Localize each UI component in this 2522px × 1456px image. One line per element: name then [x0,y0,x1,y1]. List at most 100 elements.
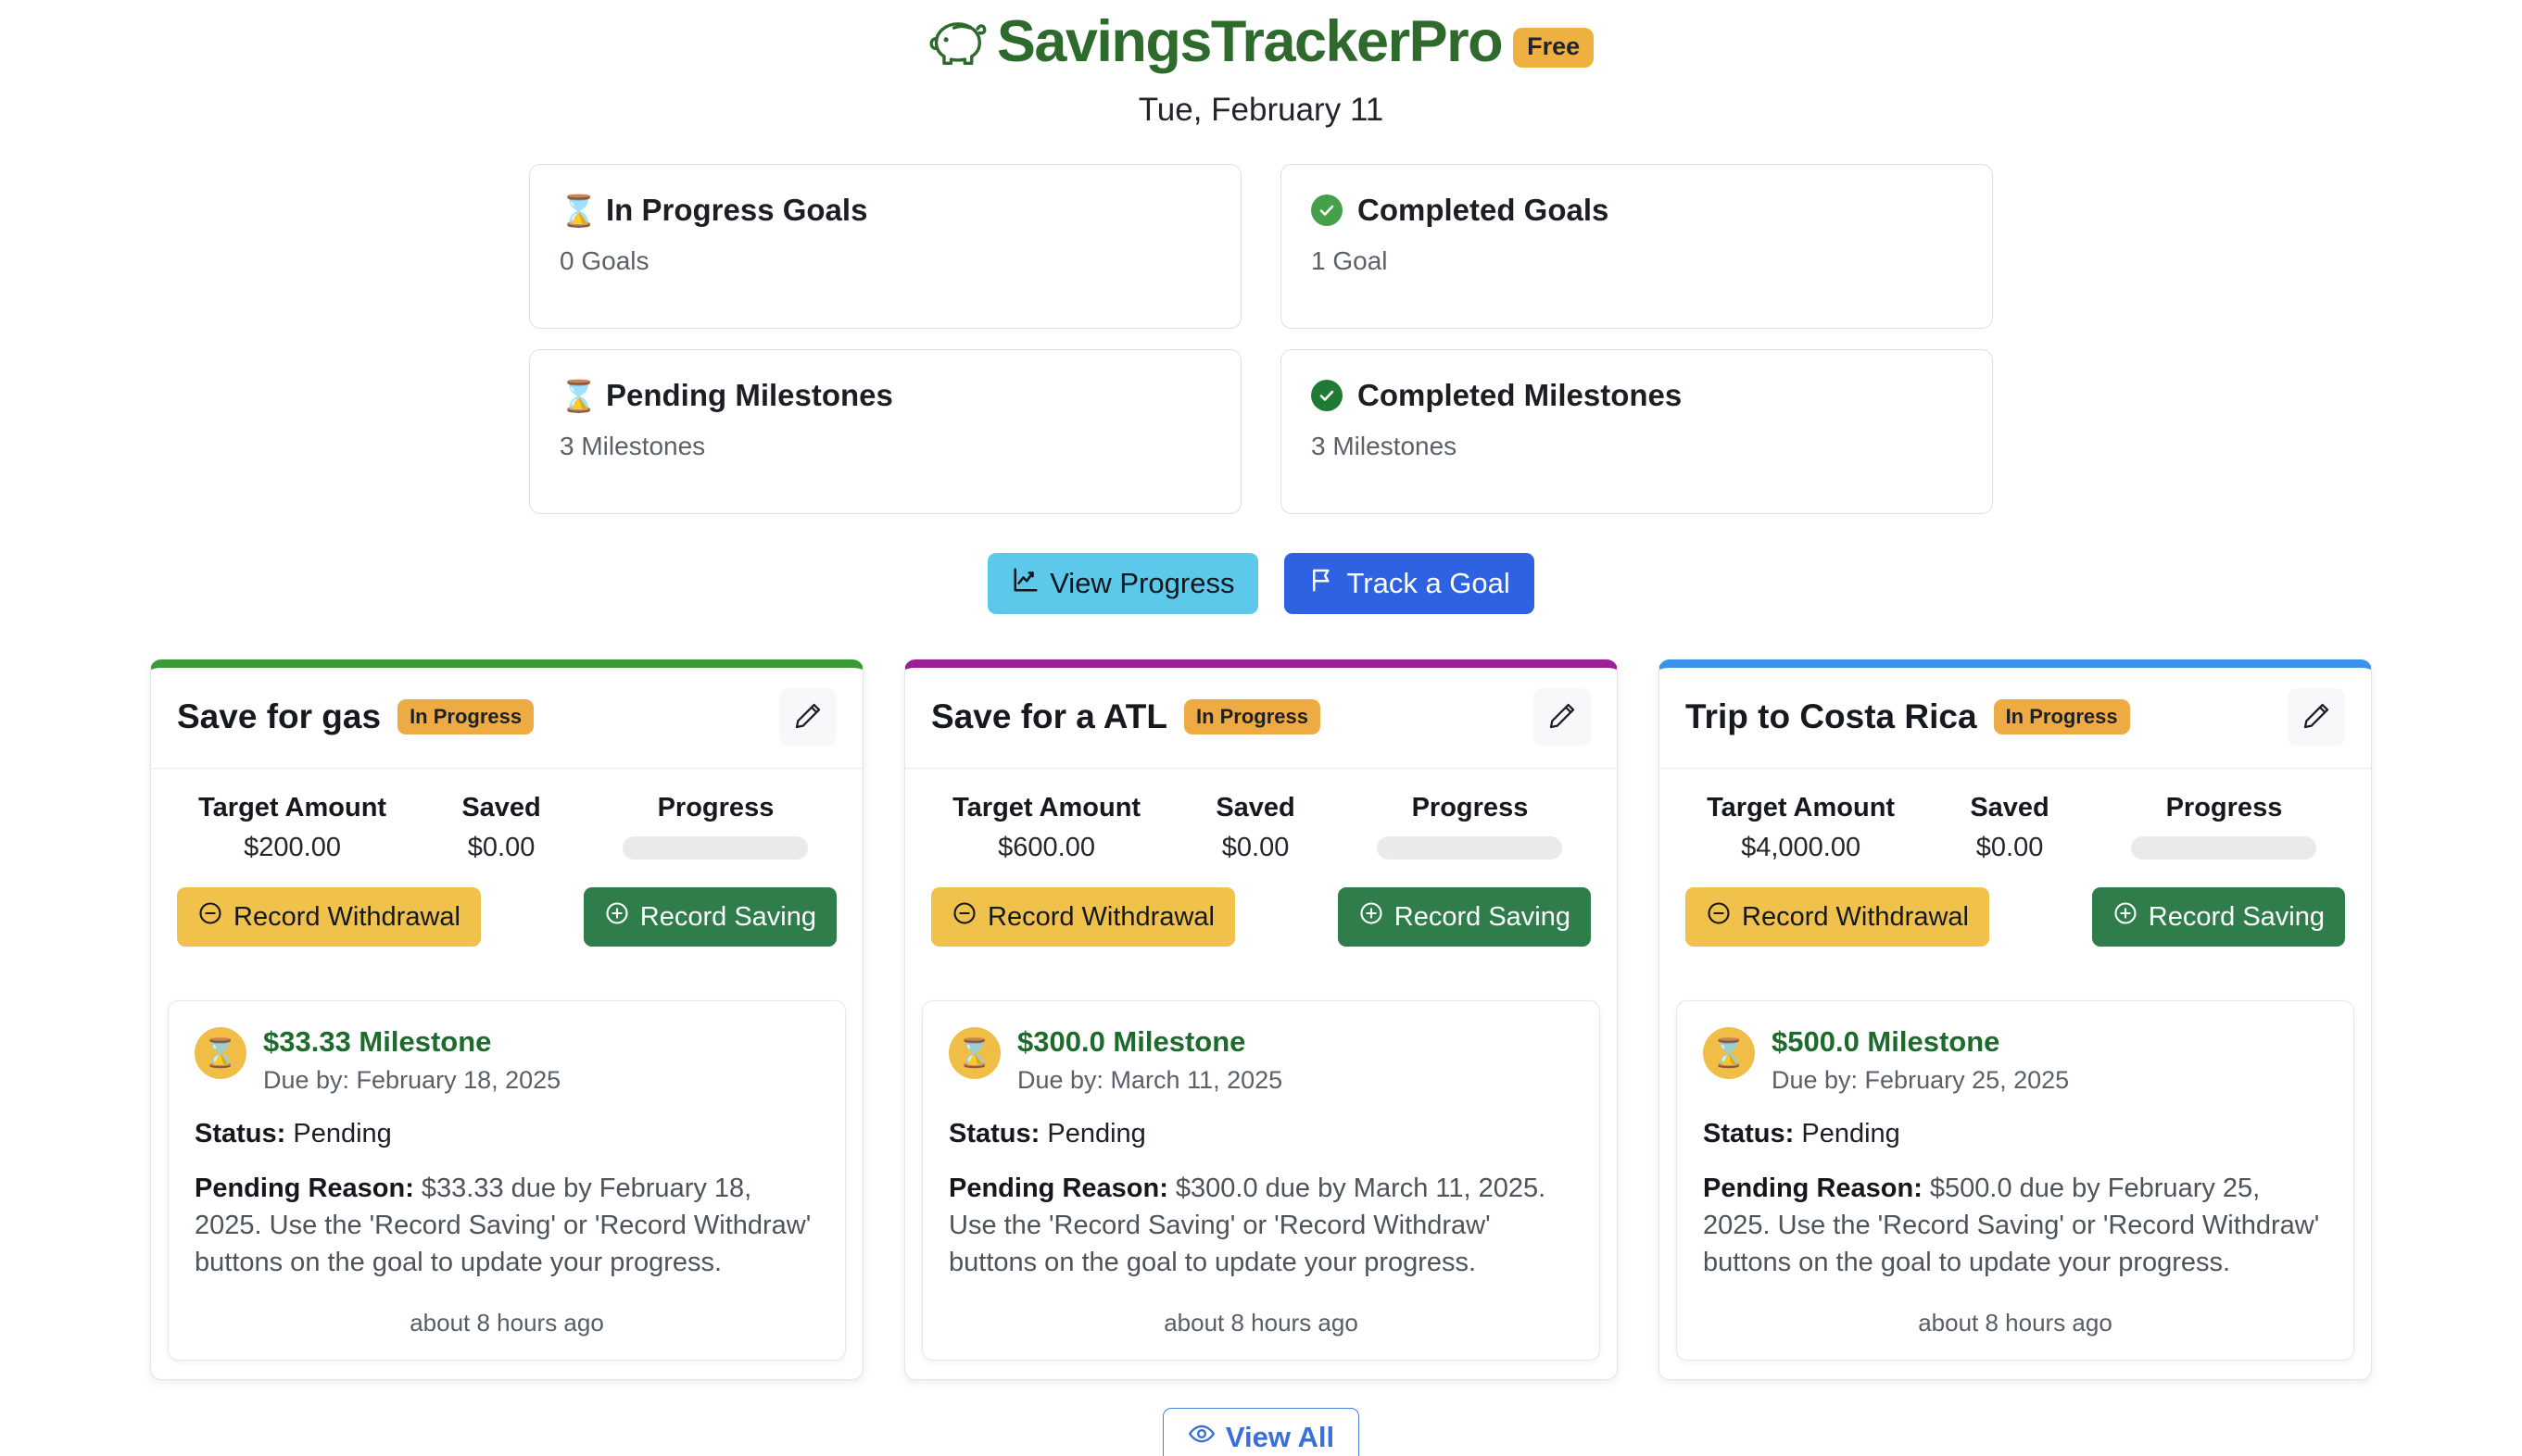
record-saving-button[interactable]: Record Saving [1337,887,1591,947]
track-goal-label: Track a Goal [1346,567,1510,599]
record-saving-button[interactable]: Record Saving [583,887,837,947]
milestone-status: Status: Pending [949,1119,1573,1149]
stat-card-pending-milestones: ⌛ Pending Milestones 3 Milestones [529,349,1242,514]
metric-value: $4,000.00 [1741,833,1861,862]
milestone-head: ⌛ $300.0 Milestone Due by: March 11, 202… [949,1025,1573,1095]
app-page: SavingsTrackerPro Free Tue, February 11 … [0,0,2522,1456]
primary-actions: View Progress Track a Goal [0,553,2522,614]
stat-head: Completed Goals [1311,193,1962,228]
pencil-icon [2301,701,2331,734]
metric-label: Saved [461,793,541,822]
stat-head: ⌛ In Progress Goals [560,193,1211,228]
record-saving-label: Record Saving [2148,901,2325,932]
circle-plus-icon [604,900,630,934]
eye-icon [1188,1420,1216,1455]
stat-value: 3 Milestones [560,432,706,460]
goal-card-save-for-gas: Save for gas In Progress Target Amount $… [150,659,864,1381]
stat-title: Completed Milestones [1357,378,1683,412]
goal-column: Save for gas In Progress Target Amount $… [150,659,864,1381]
stats-grid: ⌛ In Progress Goals 0 Goals Completed Go… [529,164,1993,514]
progress-bar [2131,836,2317,860]
edit-goal-button[interactable] [1533,688,1591,746]
stat-value: 3 Milestones [1311,432,1457,460]
record-withdrawal-button[interactable]: Record Withdrawal [1685,887,1989,947]
milestone-title: $33.33 Milestone [263,1025,492,1058]
metric-label: Target Amount [1707,793,1896,822]
status-value: Pending [1047,1119,1146,1148]
flag-icon [1308,566,1336,601]
metric-label: Target Amount [952,793,1141,822]
milestone-reason: Pending Reason: $300.0 due by March 11, … [949,1170,1573,1281]
metric-saved: Saved $0.00 [1916,793,2103,863]
metric-value: $0.00 [1975,833,2044,862]
record-withdrawal-button[interactable]: Record Withdrawal [177,887,481,947]
hourglass-icon: ⌛ [560,193,599,228]
circle-minus-icon [197,900,223,934]
metric-value: $600.00 [998,833,1095,862]
status-badge: In Progress [397,699,535,734]
goal-body: Target Amount $200.00 Saved $0.00 Progre… [151,769,863,974]
goal-title: Save for gas [177,697,382,735]
stat-head: Completed Milestones [1311,378,1962,413]
stat-title: In Progress Goals [606,193,868,227]
milestone-head: ⌛ $500.0 Milestone Due by: February 25, … [1703,1025,2327,1095]
edit-goal-button[interactable] [2288,688,2345,746]
milestone-card: ⌛ $500.0 Milestone Due by: February 25, … [1676,1000,2354,1362]
milestone-reason: Pending Reason: $33.33 due by February 1… [195,1170,819,1281]
stat-value: 1 Goal [1311,246,1388,275]
goal-column: Trip to Costa Rica In Progress Target Am… [1658,659,2372,1381]
track-goal-button[interactable]: Track a Goal [1284,553,1534,614]
hourglass-icon: ⌛ [195,1027,246,1079]
check-circle-icon [1311,195,1343,226]
page-title: SavingsTrackerPro [996,9,1504,74]
status-badge: In Progress [1993,699,2130,734]
record-saving-label: Record Saving [1393,901,1570,932]
milestone-title: $500.0 Milestone [1772,1025,2000,1058]
status-label: Status: [1703,1119,1795,1148]
edit-goal-button[interactable] [779,688,837,746]
progress-bar [1377,836,1563,860]
view-all-button[interactable]: View All [1162,1408,1360,1456]
metric-label: Target Amount [198,793,387,822]
record-withdrawal-button[interactable]: Record Withdrawal [931,887,1235,947]
goal-card-save-for-a-atl: Save for a ATL In Progress Target Amount… [904,659,1618,1381]
view-progress-label: View Progress [1050,567,1235,599]
goals-row: Save for gas In Progress Target Amount $… [0,659,2522,1456]
record-withdrawal-label: Record Withdrawal [988,901,1215,932]
reason-label: Pending Reason: [195,1174,414,1203]
metric-target: Target Amount $600.00 [931,793,1162,863]
milestone-timestamp: about 8 hours ago [1918,1309,2112,1337]
record-saving-button[interactable]: Record Saving [2091,887,2345,947]
metric-progress: Progress [595,793,837,860]
goal-header: Save for a ATL In Progress [905,668,1617,769]
stat-value: 0 Goals [560,246,649,275]
record-actions: Record Withdrawal Record Saving [177,887,837,947]
metric-label: Progress [2165,793,2283,822]
plan-badge: Free [1513,28,1595,68]
metric-saved: Saved $0.00 [1162,793,1349,863]
metric-progress: Progress [2103,793,2345,860]
record-actions: Record Withdrawal Record Saving [1685,887,2345,947]
goal-header: Trip to Costa Rica In Progress [1659,668,2371,769]
goal-card-trip-to-costa-rica: Trip to Costa Rica In Progress Target Am… [1658,659,2372,1381]
pencil-icon [1547,701,1577,734]
milestone-head: ⌛ $33.33 Milestone Due by: February 18, … [195,1025,819,1095]
milestone-title: $300.0 Milestone [1017,1025,1246,1058]
metric-value: $200.00 [244,833,341,862]
metric-progress: Progress [1349,793,1591,860]
pencil-icon [793,701,823,734]
milestone-reason: Pending Reason: $500.0 due by February 2… [1703,1170,2327,1281]
milestone-due: Due by: February 18, 2025 [263,1066,561,1094]
goal-metrics: Target Amount $200.00 Saved $0.00 Progre… [177,793,837,863]
metric-saved: Saved $0.00 [408,793,595,863]
stat-title: Pending Milestones [606,378,893,412]
chart-line-icon [1012,566,1040,601]
stat-title: Completed Goals [1357,193,1609,227]
view-all-label: View All [1225,1421,1335,1454]
stat-card-completed-milestones: Completed Milestones 3 Milestones [1280,349,1993,514]
status-badge: In Progress [1183,699,1320,734]
milestone-due: Due by: February 25, 2025 [1772,1066,2070,1094]
milestone-card: ⌛ $33.33 Milestone Due by: February 18, … [168,1000,846,1362]
hourglass-icon: ⌛ [560,378,599,413]
view-progress-button[interactable]: View Progress [988,553,1259,614]
